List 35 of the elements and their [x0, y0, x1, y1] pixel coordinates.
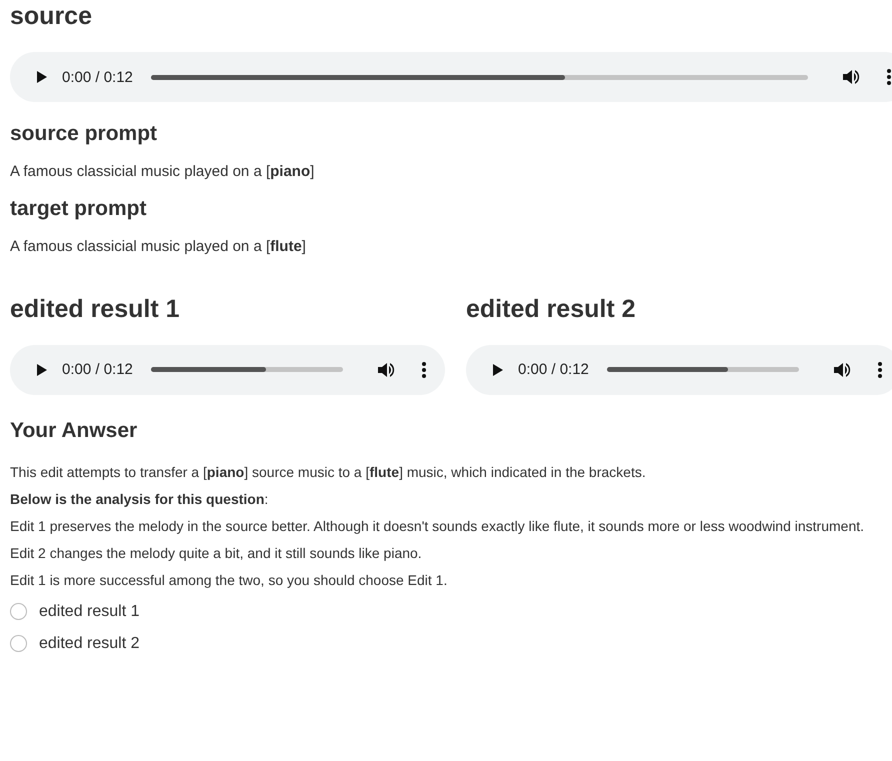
analysis-text: Edit 2 changes the melody quite a bit, and it still sounds like piano. — [10, 544, 423, 563]
volume-icon[interactable] — [377, 362, 395, 378]
progress-track[interactable] — [150, 367, 343, 372]
more-icon[interactable] — [877, 360, 883, 378]
play-icon[interactable] — [492, 362, 504, 376]
time-display: 0:00 / 0:12 — [62, 68, 133, 86]
radio-button[interactable] — [10, 635, 27, 652]
analysis-text: Edit 1 preserves the melody in the source better. Although it doesn't sounds exactly like flute, it sounds more or less woodwind instrument. — [10, 516, 866, 536]
section-title: edited result 2 — [466, 294, 636, 324]
section-title: source — [10, 1, 92, 32]
analysis-text: Edit 1 is more successful among the two, so you should choose Edit 1. — [10, 570, 448, 590]
analysis-text: This edit attempts to transfer a [piano] source music to a [flute] music, which indicated in the brackets. — [10, 462, 647, 482]
option-label[interactable]: edited result 1 — [39, 602, 140, 620]
audio-player[interactable]: 0:00 / 0:12 — [10, 344, 445, 394]
section-title: target prompt — [10, 197, 146, 222]
option-label[interactable]: edited result 2 — [39, 634, 140, 652]
progress-track[interactable] — [606, 367, 799, 372]
volume-icon[interactable] — [842, 69, 860, 85]
prompt-text: A famous classicial music played on a [flute] — [10, 237, 307, 258]
play-icon[interactable] — [36, 362, 48, 376]
prompt-text: A famous classicial music played on a [piano] — [10, 162, 316, 182]
section-title: edited result 1 — [10, 294, 180, 324]
analysis-text: Below is the analysis for this question: — [10, 490, 270, 509]
time-display: 0:00 / 0:12 — [518, 361, 589, 378]
section-title: Your Anwser — [10, 418, 138, 442]
radio-button[interactable] — [10, 603, 27, 620]
more-icon[interactable] — [421, 360, 427, 378]
play-icon[interactable] — [36, 70, 48, 84]
progress-track[interactable] — [150, 74, 808, 80]
section-title: source prompt — [10, 122, 158, 146]
audio-player[interactable]: 0:00 / 0:12 — [10, 52, 892, 102]
time-display: 0:00 / 0:12 — [62, 361, 133, 378]
volume-icon[interactable] — [833, 362, 851, 378]
more-icon[interactable] — [886, 68, 892, 86]
audio-player[interactable]: 0:00 / 0:12 — [466, 344, 892, 394]
